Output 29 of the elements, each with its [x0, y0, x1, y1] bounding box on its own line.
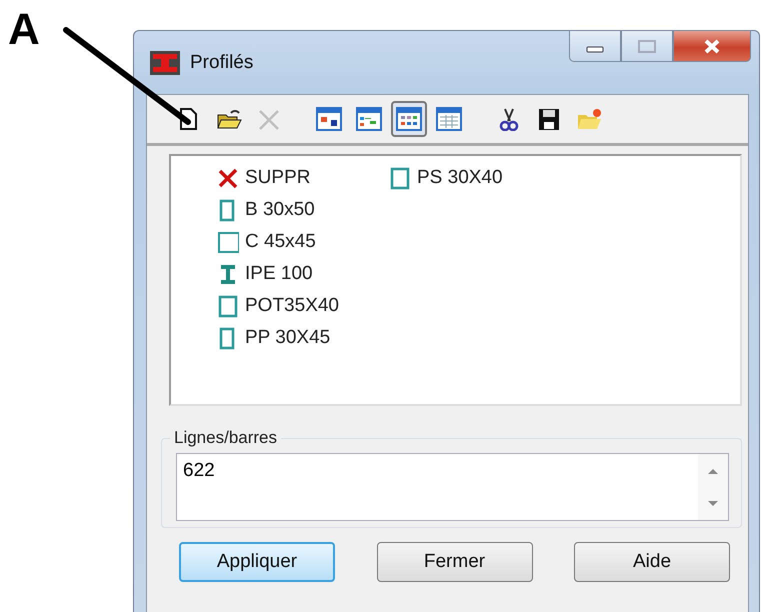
annotation-label: A: [8, 6, 40, 54]
lines-field[interactable]: 622: [176, 453, 729, 521]
profile-item[interactable]: POT35X40: [245, 295, 339, 317]
profile-item[interactable]: C 45x45: [245, 231, 316, 253]
i-beam-icon: [150, 50, 180, 74]
view-icon[interactable]: [356, 107, 382, 131]
view-icon[interactable]: [396, 107, 422, 131]
down-arrow-icon: [706, 498, 720, 508]
rectangle-icon: [389, 166, 411, 190]
cross-icon: [217, 166, 239, 190]
close-button[interactable]: [673, 30, 751, 62]
dialog-button[interactable]: Appliquer: [179, 542, 335, 582]
group-label: Lignes/barres: [170, 428, 282, 448]
view-icon[interactable]: [316, 107, 342, 131]
view-icon[interactable]: [436, 107, 462, 131]
dialog-button[interactable]: Fermer: [376, 542, 532, 582]
minimize-button[interactable]: [569, 30, 621, 62]
scroll-bar[interactable]: [698, 454, 728, 520]
dialog-button[interactable]: Aide: [574, 542, 730, 582]
profile-item[interactable]: B 30x50: [245, 199, 315, 221]
window-title: Profilés: [190, 52, 254, 74]
profile-item[interactable]: PP 30X45: [245, 327, 330, 349]
profile-item[interactable]: SUPPR: [245, 167, 310, 189]
folder-icon[interactable]: [216, 107, 242, 131]
close-icon[interactable]: [702, 38, 722, 54]
profile-item[interactable]: PS 30X40: [417, 167, 503, 189]
profile-item[interactable]: IPE 100: [245, 263, 313, 285]
rectangle-icon: [217, 294, 239, 318]
view-button[interactable]: [391, 101, 427, 137]
